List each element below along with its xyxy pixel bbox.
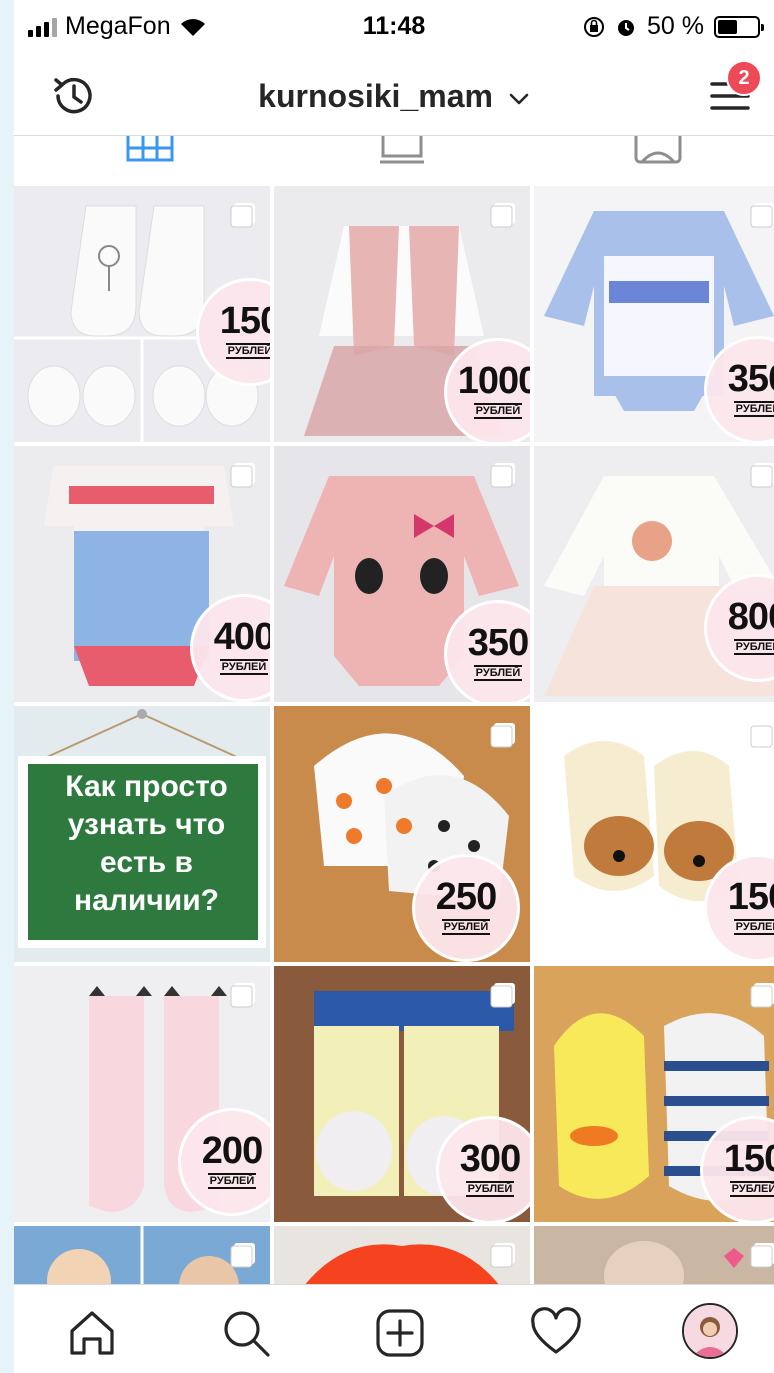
price-value: 150 (723, 1138, 774, 1180)
post-tile[interactable]: 800 РУБЛЕЙ (534, 446, 774, 702)
price-currency: РУБЛЕЙ (225, 343, 270, 359)
post-tile[interactable] (14, 1226, 270, 1286)
price-currency: РУБЛЕЙ (473, 665, 523, 681)
post-tile[interactable]: 1000 РУБЛЕЙ (274, 186, 530, 442)
multiple-photos-icon (230, 1243, 255, 1268)
bottom-navigation (14, 1284, 774, 1373)
heart-icon[interactable] (528, 1305, 584, 1361)
multiple-photos-icon (750, 723, 774, 748)
post-tile[interactable]: 250 РУБЛЕЙ (274, 706, 530, 962)
multiple-photos-icon (230, 203, 255, 228)
multiple-photos-icon (490, 1243, 515, 1268)
chalkboard-text: Как просто узнать что есть в наличии? (65, 770, 228, 917)
price-value: 250 (435, 876, 497, 918)
avatar-image (684, 1305, 736, 1357)
grid-icon[interactable] (121, 136, 181, 166)
post-tile[interactable]: Как просто узнать что есть в наличии? (14, 706, 270, 962)
post-tile[interactable]: 350 РУБЛЕЙ (274, 446, 530, 702)
price-value: 300 (459, 1138, 521, 1180)
battery-icon (714, 15, 764, 38)
post-tile[interactable] (534, 1226, 774, 1286)
price-value: 200 (201, 1130, 263, 1172)
home-icon[interactable] (64, 1305, 120, 1361)
multiple-photos-icon (490, 723, 515, 748)
price-value: 350 (467, 622, 529, 664)
price-currency: РУБЛЕЙ (733, 919, 774, 935)
price-currency: РУБЛЕЙ (219, 659, 269, 675)
price-value: 1000 (457, 360, 530, 402)
price-currency: РУБЛЕЙ (473, 403, 523, 419)
price-value: 400 (213, 616, 270, 658)
post-tile[interactable]: 350 РУБЛЕЙ (534, 186, 774, 442)
profile-tabs (14, 136, 774, 186)
tagged-icon[interactable] (628, 136, 688, 166)
multiple-photos-icon (230, 983, 255, 1008)
account-switcher[interactable]: kurnosiki_mam (14, 78, 774, 115)
multiple-photos-icon (750, 1243, 774, 1268)
multiple-photos-icon (490, 983, 515, 1008)
post-tile[interactable]: 200 РУБЛЕЙ (14, 966, 270, 1222)
status-bar: MegaFon 11:48 50 % (14, 0, 774, 56)
notification-badge: 2 (726, 60, 762, 96)
price-currency: РУБЛЕЙ (733, 639, 774, 655)
profile-header: kurnosiki_mam 2 (14, 56, 774, 136)
post-tile[interactable]: 150 РУБЛЕЙ (534, 966, 774, 1222)
post-tile[interactable] (274, 1226, 530, 1286)
username: kurnosiki_mam (258, 78, 493, 114)
price-value: 150 (219, 300, 270, 342)
multiple-photos-icon (490, 463, 515, 488)
multiple-photos-icon (750, 463, 774, 488)
multiple-photos-icon (750, 983, 774, 1008)
price-currency: РУБЛЕЙ (441, 919, 491, 935)
price-badge: 250 РУБЛЕЙ (412, 854, 520, 962)
post-tile[interactable]: 150 РУБЛЕЙ (14, 186, 270, 442)
multiple-photos-icon (230, 463, 255, 488)
price-value: 800 (727, 596, 774, 638)
profile-screen: MegaFon 11:48 50 % kurnosiki_mam 2 15 РУ… (14, 0, 774, 1373)
post-tile[interactable]: 400 РУБЛЕЙ (14, 446, 270, 702)
multiple-photos-icon (750, 203, 774, 228)
price-currency: РУБЛЕЙ (207, 1173, 257, 1189)
battery-percent: 50 % (647, 12, 704, 40)
price-value: 350 (727, 358, 774, 400)
alarm-icon (618, 19, 635, 36)
price-currency: РУБЛЕЙ (729, 1181, 774, 1197)
price-currency: РУБЛЕЙ (465, 1181, 515, 1197)
post-tile[interactable]: 150 РУБЛЕЙ (534, 706, 774, 962)
price-badge: 300 РУБЛЕЙ (436, 1116, 530, 1222)
search-icon[interactable] (218, 1305, 274, 1361)
add-post-icon[interactable] (372, 1305, 428, 1361)
toddler-photo (534, 1226, 774, 1286)
chevron-down-icon (509, 93, 529, 104)
rotation-lock-icon (584, 16, 605, 37)
price-value: 150 (727, 876, 774, 918)
multiple-photos-icon (490, 203, 515, 228)
post-tile[interactable]: 300 РУБЛЕЙ (274, 966, 530, 1222)
profile-avatar[interactable] (682, 1303, 738, 1359)
feed-icon[interactable] (372, 136, 432, 166)
price-currency: РУБЛЕЙ (733, 401, 774, 417)
